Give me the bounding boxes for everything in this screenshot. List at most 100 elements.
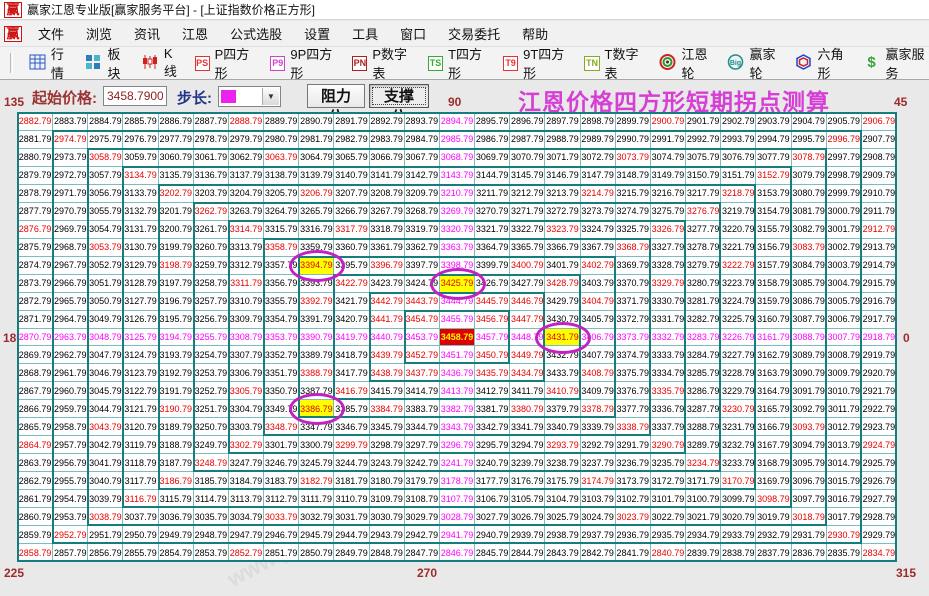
grid-cell[interactable]: 3231.79 [721, 418, 756, 436]
grid-cell[interactable]: 2870.79 [18, 329, 53, 347]
grid-cell[interactable]: 2865.79 [18, 418, 53, 436]
grid-cell[interactable]: 3107.79 [440, 490, 475, 508]
grid-cell[interactable]: 3328.79 [651, 257, 686, 275]
grid-cell[interactable]: 2990.79 [616, 131, 651, 149]
grid-cell[interactable]: 3145.79 [510, 167, 545, 185]
toolbar-item-8[interactable]: TNT数字表 [584, 44, 645, 82]
grid-cell[interactable]: 3359.79 [299, 239, 334, 257]
grid-cell[interactable]: 3069.79 [475, 149, 510, 167]
grid-cell[interactable]: 3186.79 [159, 472, 194, 490]
grid-cell[interactable]: 2846.79 [440, 544, 475, 562]
grid-cell[interactable]: 3215.79 [616, 185, 651, 203]
grid-cell[interactable]: 2971.79 [53, 185, 88, 203]
grid-cell[interactable]: 3223.79 [721, 275, 756, 293]
grid-cell[interactable]: 2904.79 [792, 113, 827, 131]
grid-cell[interactable]: 3165.79 [756, 400, 791, 418]
grid-cell[interactable]: 2985.79 [440, 131, 475, 149]
grid-cell[interactable]: 3239.79 [510, 454, 545, 472]
grid-cell[interactable]: 3086.79 [792, 293, 827, 311]
grid-cell[interactable]: 3405.79 [581, 311, 616, 329]
grid-cell[interactable]: 3099.79 [721, 490, 756, 508]
grid-cell[interactable]: 3040.79 [88, 472, 123, 490]
grid-cell[interactable]: 2902.79 [721, 113, 756, 131]
grid-cell[interactable]: 3119.79 [123, 436, 158, 454]
grid-cell[interactable]: 2973.79 [53, 149, 88, 167]
grid-cell[interactable]: 3213.79 [545, 185, 580, 203]
grid-cell[interactable]: 3402.79 [581, 257, 616, 275]
support-button[interactable]: 支撑位 [369, 84, 429, 108]
grid-cell[interactable]: 3088.79 [792, 329, 827, 347]
grid-cell[interactable]: 3413.79 [440, 382, 475, 400]
grid-cell[interactable]: 3190.79 [159, 400, 194, 418]
grid-cell[interactable]: 3384.79 [370, 400, 405, 418]
grid-cell[interactable]: 3160.79 [756, 311, 791, 329]
grid-cell[interactable]: 2978.79 [194, 131, 229, 149]
grid-cell[interactable]: 3295.79 [475, 436, 510, 454]
resistance-button[interactable]: 阻力位 [307, 84, 365, 108]
grid-cell[interactable]: 2927.79 [862, 490, 897, 508]
grid-cell[interactable]: 3206.79 [299, 185, 334, 203]
grid-cell[interactable]: 3395.79 [334, 257, 369, 275]
grid-cell[interactable]: 2893.79 [405, 113, 440, 131]
grid-cell[interactable]: 2860.79 [18, 508, 53, 526]
grid-cell[interactable]: 2969.79 [53, 221, 88, 239]
grid-cell[interactable]: 2883.79 [53, 113, 88, 131]
grid-cell[interactable]: 3385.79 [334, 400, 369, 418]
grid-cell[interactable]: 3360.79 [334, 239, 369, 257]
chevron-down-icon[interactable]: ▼ [262, 88, 279, 105]
grid-cell[interactable]: 2976.79 [123, 131, 158, 149]
grid-cell[interactable]: 3311.79 [229, 275, 264, 293]
grid-cell[interactable]: 3101.79 [651, 490, 686, 508]
grid-cell[interactable]: 3085.79 [792, 275, 827, 293]
grid-cell[interactable]: 2885.79 [123, 113, 158, 131]
grid-cell[interactable]: 2949.79 [159, 526, 194, 544]
grid-cell[interactable]: 3281.79 [686, 293, 721, 311]
grid-cell[interactable]: 3193.79 [159, 346, 194, 364]
grid-cell[interactable]: 3380.79 [510, 400, 545, 418]
grid-cell[interactable]: 3451.79 [440, 346, 475, 364]
grid-cell[interactable]: 2914.79 [862, 257, 897, 275]
grid-cell[interactable]: 3203.79 [194, 185, 229, 203]
grid-cell[interactable]: 3000.79 [827, 203, 862, 221]
toolbar-item-5[interactable]: PNP数字表 [352, 44, 414, 82]
grid-cell[interactable]: 3449.79 [510, 346, 545, 364]
grid-cell[interactable]: 3199.79 [159, 239, 194, 257]
grid-cell[interactable]: 2980.79 [264, 131, 299, 149]
grid-cell[interactable]: 3321.79 [475, 221, 510, 239]
grid-cell[interactable]: 3029.79 [405, 508, 440, 526]
grid-cell[interactable]: 3131.79 [123, 221, 158, 239]
grid-cell[interactable]: 2972.79 [53, 167, 88, 185]
grid-cell[interactable]: 2905.79 [827, 113, 862, 131]
grid-cell[interactable]: 3033.79 [264, 508, 299, 526]
grid-cell[interactable]: 2931.79 [792, 526, 827, 544]
grid-cell[interactable]: 3100.79 [686, 490, 721, 508]
grid-cell[interactable]: 3249.79 [194, 436, 229, 454]
grid-cell[interactable]: 2950.79 [123, 526, 158, 544]
grid-cell[interactable]: 3013.79 [827, 436, 862, 454]
toolbar-item-7[interactable]: T99T四方形 [503, 44, 570, 82]
grid-cell[interactable]: 2869.79 [18, 346, 53, 364]
grid-cell[interactable]: 3214.79 [581, 185, 616, 203]
grid-cell[interactable]: 3089.79 [792, 346, 827, 364]
grid-cell[interactable]: 3347.79 [299, 418, 334, 436]
grid-cell[interactable]: 3444.79 [440, 293, 475, 311]
grid-cell[interactable]: 3260.79 [194, 239, 229, 257]
grid-cell[interactable]: 3310.79 [229, 293, 264, 311]
grid-cell[interactable]: 3446.79 [510, 293, 545, 311]
grid-cell[interactable]: 3227.79 [721, 346, 756, 364]
grid-cell[interactable]: 3257.79 [194, 293, 229, 311]
grid-cell[interactable]: 2835.79 [827, 544, 862, 562]
grid-cell[interactable]: 3279.79 [686, 257, 721, 275]
grid-cell[interactable]: 2872.79 [18, 293, 53, 311]
grid-cell[interactable]: 2896.79 [510, 113, 545, 131]
grid-cell[interactable]: 3455.79 [440, 311, 475, 329]
grid-cell[interactable]: 2974.79 [53, 131, 88, 149]
grid-cell[interactable]: 3417.79 [334, 364, 369, 382]
grid-cell[interactable]: 2918.79 [862, 329, 897, 347]
grid-cell[interactable]: 3202.79 [159, 185, 194, 203]
grid-cell[interactable]: 2836.79 [792, 544, 827, 562]
grid-cell[interactable]: 3178.79 [440, 472, 475, 490]
grid-cell[interactable]: 3230.79 [721, 400, 756, 418]
grid-cell[interactable]: 3363.79 [440, 239, 475, 257]
grid-cell[interactable]: 3122.79 [123, 382, 158, 400]
